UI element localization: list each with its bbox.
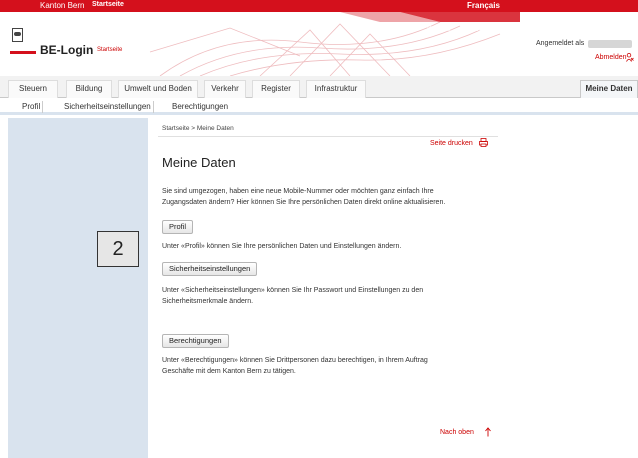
breadcrumb[interactable]: Startseite > Meine Daten	[162, 125, 234, 132]
page-title: Meine Daten	[162, 155, 236, 170]
tab-meine-daten[interactable]: Meine Daten	[580, 80, 638, 98]
canton-crest-icon	[12, 28, 23, 42]
home-link[interactable]: Startseite	[92, 1, 124, 8]
main-content: Startseite > Meine Daten Seite drucken M…	[150, 118, 500, 458]
header-decoration	[149, 12, 520, 76]
subtab-sicherheitseinstellungen[interactable]: Sicherheitseinstellungen	[62, 101, 154, 113]
back-to-top-link[interactable]: Nach oben	[440, 429, 474, 436]
logout-link[interactable]: Abmelden	[595, 54, 627, 61]
kontakt-link[interactable]: Kontakt	[427, 26, 451, 33]
logo-bar	[10, 51, 36, 54]
logo-subtitle[interactable]: Startseite	[97, 47, 122, 53]
left-sidebar	[8, 118, 148, 458]
header: BE-Login Startseite Kontakt Sitemap Ange…	[0, 12, 638, 76]
tab-umwelt-und-boden[interactable]: Umwelt und Boden	[118, 80, 198, 98]
intro-text-line2: Zugangsdaten ändern? Hier können Sie Ihr…	[162, 199, 446, 206]
tab-steuern[interactable]: Steuern	[8, 80, 58, 98]
logged-in-label: Angemeldet als	[536, 40, 585, 47]
permissions-description-line2: Geschäfte mit dem Kanton Bern zu tätigen…	[162, 368, 296, 375]
profil-button[interactable]: Profil	[162, 220, 194, 234]
step-number-badge: 2	[97, 231, 139, 267]
permissions-description-line1: Unter «Berechtigungen» können Sie Drittp…	[162, 357, 428, 364]
top-bar: Kanton Bern Startseite Français	[0, 0, 638, 12]
logo-title[interactable]: BE-Login	[40, 43, 93, 57]
tab-register[interactable]: Register	[252, 80, 300, 98]
language-link[interactable]: Français	[467, 1, 500, 10]
security-description-line1: Unter «Sicherheitseinstellungen» können …	[162, 287, 424, 294]
print-link[interactable]: Seite drucken	[430, 140, 473, 147]
subtab-profil[interactable]: Profil	[20, 101, 44, 113]
security-settings-button[interactable]: Sicherheitseinstellungen	[162, 262, 258, 276]
security-description-line2: Sicherheitsmerkmale ändern.	[162, 298, 254, 305]
sitemap-link[interactable]: Sitemap	[467, 26, 493, 33]
arrow-up-icon[interactable]	[484, 427, 492, 437]
tab-bildung[interactable]: Bildung	[66, 80, 112, 98]
tab-verkehr[interactable]: Verkehr	[204, 80, 246, 98]
printer-icon[interactable]	[479, 138, 488, 147]
logout-icon[interactable]	[626, 53, 634, 62]
username-redacted	[588, 40, 632, 48]
content-divider	[158, 136, 498, 137]
main-navigation: Steuern Bildung Umwelt und Boden Verkehr…	[0, 76, 638, 98]
tab-infrastruktur[interactable]: Infrastruktur	[306, 80, 366, 98]
profil-description: Unter «Profil» können Sie Ihre persönlic…	[162, 243, 402, 250]
org-link[interactable]: Kanton Bern	[40, 1, 84, 10]
intro-text-line1: Sie sind umgezogen, haben eine neue Mobi…	[162, 188, 434, 195]
permissions-button[interactable]: Berechtigungen	[162, 334, 229, 348]
subtab-berechtigungen[interactable]: Berechtigungen	[170, 101, 230, 113]
sub-navigation: Profil Sicherheitseinstellungen Berechti…	[0, 99, 638, 115]
